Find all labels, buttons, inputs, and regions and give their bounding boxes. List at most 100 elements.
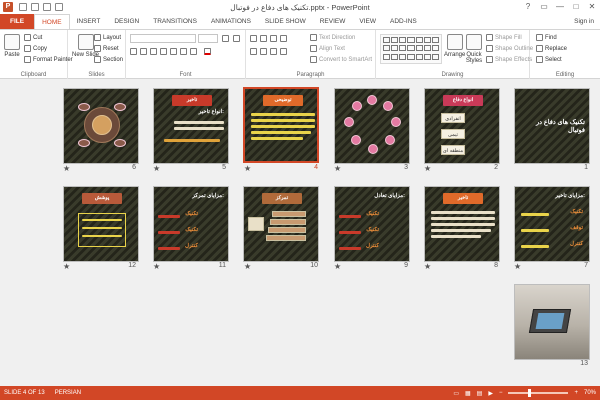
shape-thumb[interactable]: [383, 53, 391, 60]
redo-icon[interactable]: [43, 3, 51, 11]
powerpoint-app-icon[interactable]: P: [3, 2, 13, 12]
shape-fill-button[interactable]: Shape Fill: [486, 34, 522, 41]
slide-thumbnail-11[interactable]: مزایای تمرکز: تکنیک تکنیک کنترل: [153, 186, 229, 262]
slide-thumbnail-1[interactable]: تکنیک های دفاع در فوتبال: [514, 88, 590, 164]
increase-indent-button[interactable]: [280, 35, 287, 42]
font-size-combo[interactable]: [198, 34, 218, 43]
tab-animations[interactable]: ANIMATIONS: [204, 14, 258, 29]
shape-thumb[interactable]: [415, 53, 423, 60]
shape-thumb[interactable]: [399, 37, 407, 43]
shapes-gallery[interactable]: [380, 34, 442, 64]
slide-thumbnail-7[interactable]: مزایای تاخیر: تکنیک توقف کنترل: [514, 186, 590, 262]
shape-thumb[interactable]: [423, 45, 431, 52]
zoom-out-button[interactable]: −: [499, 390, 503, 396]
reset-button[interactable]: Reset: [94, 45, 119, 52]
zoom-slider[interactable]: [508, 389, 569, 397]
layout-button[interactable]: Layout: [94, 34, 121, 41]
shape-thumb[interactable]: [383, 45, 391, 52]
help-button[interactable]: ?: [520, 0, 536, 14]
align-center-button[interactable]: [260, 48, 267, 55]
slide-thumbnail-13[interactable]: [514, 284, 590, 360]
tab-add-ins[interactable]: ADD-INS: [383, 14, 424, 29]
numbering-button[interactable]: [260, 35, 267, 42]
minimize-button[interactable]: —: [552, 0, 568, 14]
strikethrough-button[interactable]: [160, 48, 167, 55]
shape-thumb[interactable]: [423, 53, 431, 60]
slide-sorter[interactable]: تکنیک های دفاع در فوتبال 1 انواع دفاع ان…: [0, 80, 600, 386]
quick-styles-button[interactable]: Quick Styles: [464, 34, 484, 64]
close-button[interactable]: ✕: [584, 0, 600, 14]
zoom-level[interactable]: 70%: [584, 390, 596, 396]
font-color-button[interactable]: [204, 48, 211, 55]
reading-view-icon[interactable]: ▤: [477, 390, 483, 397]
shape-thumb[interactable]: [407, 45, 415, 52]
shape-thumb[interactable]: [431, 45, 439, 52]
align-text-button[interactable]: Align Text: [310, 45, 345, 52]
slideshow-view-icon[interactable]: ▶: [488, 390, 493, 397]
shape-thumb[interactable]: [383, 37, 391, 43]
tab-transitions[interactable]: TRANSITIONS: [146, 14, 204, 29]
char-spacing-button[interactable]: [180, 48, 187, 55]
undo-icon[interactable]: [31, 3, 39, 11]
find-button[interactable]: Find: [536, 34, 557, 41]
arrange-button[interactable]: Arrange: [444, 34, 465, 58]
align-left-button[interactable]: [250, 48, 257, 55]
tab-slide-show[interactable]: SLIDE SHOW: [258, 14, 313, 29]
grow-font-button[interactable]: [222, 35, 229, 42]
tab-view[interactable]: VIEW: [352, 14, 383, 29]
tab-design[interactable]: DESIGN: [107, 14, 146, 29]
shape-thumb[interactable]: [391, 53, 399, 60]
shape-thumb[interactable]: [407, 53, 415, 60]
copy-button[interactable]: Copy: [24, 45, 47, 52]
text-direction-button[interactable]: Text Direction: [310, 34, 355, 41]
align-right-button[interactable]: [270, 48, 277, 55]
slide-thumbnail-8[interactable]: تاخیر: [424, 186, 500, 262]
shape-thumb[interactable]: [415, 37, 423, 43]
convert-smartart-button[interactable]: Convert to SmartArt: [310, 56, 372, 63]
shape-thumb[interactable]: [423, 37, 431, 43]
shape-thumb[interactable]: [431, 37, 439, 43]
start-presentation-icon[interactable]: [55, 3, 63, 11]
format-painter-button[interactable]: Format Painter: [24, 56, 73, 63]
save-icon[interactable]: [19, 3, 27, 11]
bold-button[interactable]: [130, 48, 137, 55]
shadow-button[interactable]: [170, 48, 177, 55]
slide-sorter-view-icon[interactable]: ▦: [465, 390, 471, 397]
tab-insert[interactable]: INSERT: [70, 14, 108, 29]
shape-thumb[interactable]: [399, 45, 407, 52]
ribbon-display-options-button[interactable]: ▭: [536, 0, 552, 14]
maximize-button[interactable]: □: [568, 0, 584, 14]
tab-file[interactable]: FILE: [0, 14, 35, 29]
normal-view-icon[interactable]: ▭: [453, 390, 459, 397]
slide-thumbnail-12[interactable]: پوشش: [63, 186, 139, 262]
font-name-combo[interactable]: [130, 34, 196, 43]
shrink-font-button[interactable]: [233, 35, 240, 42]
shape-outline-button[interactable]: Shape Outline: [486, 45, 533, 52]
slide-thumbnail-4[interactable]: توضیحی: [243, 87, 319, 163]
tab-home[interactable]: HOME: [34, 14, 70, 29]
shape-effects-button[interactable]: Shape Effects: [486, 56, 532, 63]
slide-thumbnail-10[interactable]: تمرکز: [243, 186, 319, 262]
slide-thumbnail-9[interactable]: مزایای تعادل: تکنیک تکنیک کنترل: [334, 186, 410, 262]
section-button[interactable]: Section: [94, 56, 123, 63]
select-button[interactable]: Select: [536, 56, 562, 63]
shape-thumb[interactable]: [391, 45, 399, 52]
slide-thumbnail-2[interactable]: انواع دفاع انفرادی تیمی منطقه ای: [424, 88, 500, 164]
zoom-in-button[interactable]: +: [574, 390, 578, 396]
italic-button[interactable]: [140, 48, 147, 55]
shape-thumb[interactable]: [431, 53, 439, 60]
language-indicator[interactable]: PERSIAN: [55, 390, 81, 396]
slide-thumbnail-5[interactable]: تاخیر انواع تاخیر:: [153, 88, 229, 164]
bullets-button[interactable]: [250, 35, 257, 42]
replace-button[interactable]: Replace: [536, 45, 567, 52]
change-case-button[interactable]: [190, 48, 197, 55]
shape-thumb[interactable]: [391, 37, 399, 43]
shape-thumb[interactable]: [415, 45, 423, 52]
paste-button[interactable]: Paste: [4, 34, 20, 58]
underline-button[interactable]: [150, 48, 157, 55]
sign-in-link[interactable]: Sign in: [574, 14, 594, 29]
shape-thumb[interactable]: [399, 53, 407, 60]
slide-thumbnail-3[interactable]: [334, 88, 410, 164]
tab-review[interactable]: REVIEW: [313, 14, 353, 29]
decrease-indent-button[interactable]: [270, 35, 277, 42]
